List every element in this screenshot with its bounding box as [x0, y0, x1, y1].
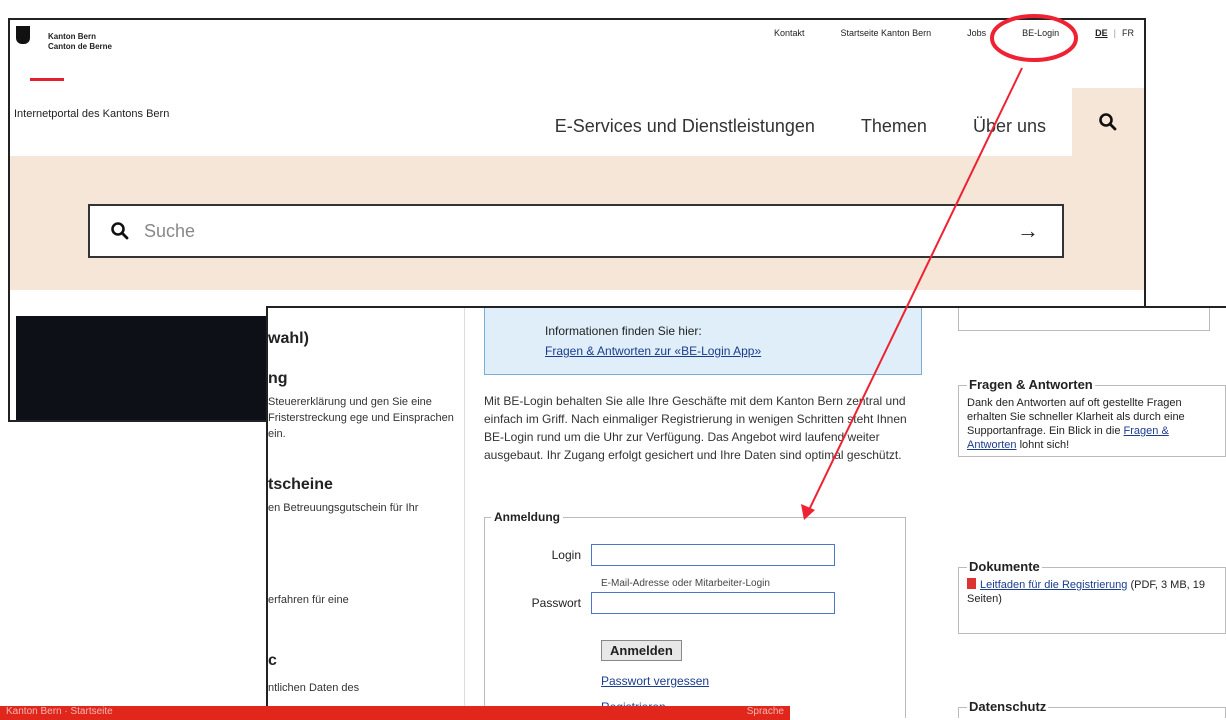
brand-text: Kanton Bern Canton de Berne — [48, 32, 112, 52]
logo[interactable]: Kanton Bern Canton de Berne — [16, 26, 112, 52]
right-box-top-cropped — [958, 308, 1210, 331]
footer-left-text[interactable]: Kanton Bern · Startseite — [6, 706, 113, 720]
search-band: → — [10, 156, 1144, 290]
language-switcher: DE | FR — [1095, 28, 1134, 38]
search-input[interactable] — [142, 219, 1008, 243]
nav-themen[interactable]: Themen — [861, 116, 927, 137]
left-text-5: ntlichen Daten des — [268, 682, 360, 694]
search-submit-arrow-icon[interactable]: → — [1008, 218, 1048, 244]
documents-legend: Dokumente — [969, 559, 1040, 574]
nav-e-services[interactable]: E-Services und Dienstleistungen — [555, 116, 815, 137]
login-row: Login — [485, 544, 835, 566]
left-heading-5[interactable]: c — [268, 652, 277, 670]
info-faq-app-link[interactable]: Fragen & Antworten zur «BE-Login App» — [545, 344, 761, 358]
brand-line1: Kanton Bern — [48, 32, 96, 41]
search-toggle-button[interactable] — [1072, 88, 1144, 156]
login-label: Login — [551, 548, 581, 562]
left-text-2: Steuererklärung und gen Sie eine Frister… — [268, 396, 454, 440]
lang-separator: | — [1113, 28, 1116, 38]
search-icon — [110, 221, 134, 241]
lang-de[interactable]: DE — [1095, 28, 1108, 38]
hero-image-dark — [16, 316, 266, 420]
password-row: Passwort — [485, 592, 835, 614]
login-fieldset: Anmeldung Login E-Mail-Adresse oder Mita… — [484, 510, 906, 718]
left-text-4: erfahren für eine — [268, 594, 349, 606]
portal-title: Internetportal des Kantons Bern — [14, 108, 170, 120]
login-legend: Anmeldung — [494, 510, 560, 524]
privacy-box: Datenschutz — [958, 700, 1226, 718]
left-heading-3[interactable]: tscheine — [268, 476, 333, 494]
password-label: Passwort — [531, 596, 581, 610]
info-text: Informationen finden Sie hier: — [545, 324, 702, 338]
login-hint: E-Mail-Adresse oder Mitarbeiter-Login — [601, 578, 770, 589]
faq-suffix: lohnt sich! — [1019, 439, 1070, 451]
nav-ueber-uns[interactable]: Über uns — [973, 116, 1046, 137]
intro-text: Mit BE-Login behalten Sie alle Ihre Gesc… — [484, 394, 907, 462]
documents-box: Dokumente Leitfaden für die Registrierun… — [958, 560, 1226, 634]
forgot-password-link[interactable]: Passwort vergessen — [601, 674, 709, 688]
be-login-portal: wahl) ng Steuererklärung und gen Sie ein… — [266, 306, 1226, 718]
topnav-be-login[interactable]: BE-Login — [1022, 28, 1059, 38]
left-heading-1: wahl) — [268, 330, 309, 347]
footer-right-text[interactable]: Sprache — [747, 706, 784, 720]
topnav-home[interactable]: Startseite Kanton Bern — [841, 28, 932, 38]
guide-pdf-link[interactable]: Leitfaden für die Registrierung — [980, 579, 1127, 591]
left-text-3: en Betreuungsgutschein für Ihr — [268, 502, 419, 514]
footer-red-bar-cropped: Kanton Bern · Startseite Sprache — [0, 706, 790, 720]
privacy-legend: Datenschutz — [969, 699, 1047, 714]
faq-legend: Fragen & Antworten — [969, 377, 1093, 392]
topnav-contact[interactable]: Kontakt — [774, 28, 805, 38]
main-navigation: E-Services und Dienstleistungen Themen Ü… — [555, 116, 1046, 137]
search-icon — [1099, 113, 1117, 131]
topnav-jobs[interactable]: Jobs — [967, 28, 986, 38]
brand-line2: Canton de Berne — [48, 42, 113, 51]
search-box: → — [88, 204, 1064, 258]
right-column: Fragen & Antworten Dank den Antworten au… — [958, 308, 1226, 718]
info-box: Informationen finden Sie hier: Fragen & … — [484, 308, 922, 375]
brand-red-bar — [30, 78, 64, 81]
anmelden-button[interactable]: Anmelden — [601, 640, 682, 661]
login-input[interactable] — [591, 544, 835, 566]
password-input[interactable] — [591, 592, 835, 614]
left-column-cropped: wahl) ng Steuererklärung und gen Sie ein… — [268, 308, 465, 718]
bern-crest-icon — [16, 26, 30, 44]
faq-box: Fragen & Antworten Dank den Antworten au… — [958, 378, 1226, 457]
top-navigation: Kontakt Startseite Kanton Bern Jobs BE-L… — [774, 28, 1134, 38]
lang-fr[interactable]: FR — [1122, 28, 1134, 38]
left-heading-2[interactable]: ng — [268, 370, 288, 388]
pdf-icon — [967, 578, 976, 589]
